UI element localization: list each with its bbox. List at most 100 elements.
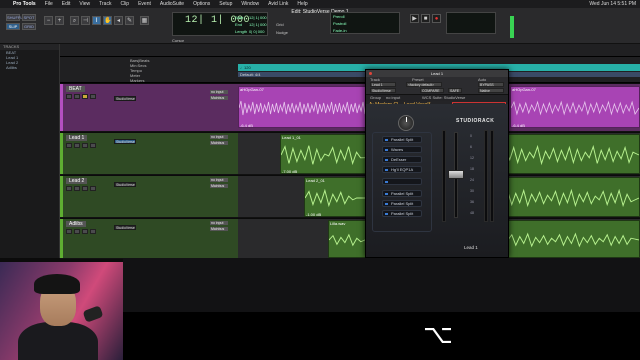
preroll-readout[interactable]: Preroll Postroll Fade-in [330, 12, 400, 34]
tracks-list-item-adlibs[interactable]: Adlibs [0, 65, 59, 70]
zoomer-tool-icon[interactable]: ⌕ [70, 16, 79, 25]
stop-icon[interactable]: ■ [421, 14, 430, 23]
output-fader-cap[interactable] [448, 170, 464, 179]
mode-slip-button[interactable]: SLIP [6, 23, 20, 30]
mode-spot-button[interactable]: SPOT [22, 14, 36, 21]
compare-button[interactable]: COMPARE [420, 88, 444, 93]
main-counter[interactable]: 12| 1| 000 Start End Length 12| 1| 000 1… [172, 12, 268, 36]
output-selector[interactable]: Mainbus [210, 141, 228, 145]
trim-tool-icon[interactable]: ⊣ [81, 16, 90, 25]
menu-edit[interactable]: Edit [62, 1, 71, 7]
power-icon[interactable] [385, 193, 388, 195]
power-icon[interactable] [385, 149, 388, 151]
safe-button[interactable]: SAFE [448, 88, 462, 93]
solo-button[interactable] [82, 94, 88, 99]
solo-button[interactable] [82, 186, 88, 191]
menu-audiosuite[interactable]: AudioSuite [160, 1, 184, 7]
input-monitor-button[interactable] [74, 94, 80, 99]
power-icon[interactable] [385, 213, 388, 215]
record-icon[interactable]: ● [432, 14, 441, 23]
input-selector[interactable]: no input [210, 178, 228, 182]
counter-end-value[interactable]: 12| 1| 000 [249, 22, 267, 27]
output-selector[interactable]: Mainbus [210, 184, 228, 188]
counter-length-value[interactable]: 0| 0| 000 [249, 29, 264, 34]
menu-event[interactable]: Event [138, 1, 151, 7]
menu-options[interactable]: Options [193, 1, 210, 7]
input-monitor-button[interactable] [74, 143, 80, 148]
play-icon[interactable]: ▶ [410, 14, 419, 23]
mute-button[interactable] [90, 229, 96, 234]
input-selector[interactable]: no input [210, 221, 228, 225]
native-button[interactable]: Native [478, 88, 504, 93]
record-arm-button[interactable] [66, 229, 72, 234]
zoom-in-icon[interactable]: + [55, 16, 64, 25]
grid-label[interactable]: Grid [276, 22, 284, 27]
insert-slot[interactable]: StudioVerse [114, 225, 136, 230]
rack-slot-5[interactable] [382, 178, 422, 185]
power-icon[interactable] [385, 159, 388, 161]
insert-slot[interactable]: StudioVerse [114, 182, 136, 187]
close-icon[interactable] [369, 72, 372, 75]
solo-button[interactable] [82, 229, 88, 234]
mute-button[interactable] [90, 143, 96, 148]
record-arm-button[interactable] [66, 143, 72, 148]
rack-slot-2[interactable]: Waves [382, 146, 422, 153]
pencil-tool-icon[interactable]: ✎ [125, 16, 134, 25]
track-name[interactable]: BEAT [66, 86, 85, 92]
menu-view[interactable]: View [79, 1, 90, 7]
input-selector[interactable]: no input [210, 90, 228, 94]
mode-grid-button[interactable]: GRID [22, 23, 36, 30]
solo-button[interactable] [82, 143, 88, 148]
track-header[interactable]: BEAT StudioVerse no input Mainbus [60, 84, 238, 132]
record-arm-button[interactable] [66, 94, 72, 99]
track-selector[interactable]: Lead 1 [370, 82, 396, 87]
menu-setup[interactable]: Setup [219, 1, 232, 7]
bypass-button[interactable]: BYPASS [478, 82, 504, 87]
track-name[interactable]: Lead 2 [66, 178, 88, 184]
power-icon[interactable] [385, 203, 388, 205]
preset-selector[interactable]: <factory default> [406, 82, 442, 87]
power-icon[interactable] [385, 169, 388, 171]
track-header[interactable]: Lead 2 StudioVerse no input Mainbus [60, 176, 238, 218]
input-gain-knob[interactable] [398, 115, 414, 131]
track-name[interactable]: Lead 1 [66, 135, 88, 141]
menu-clip[interactable]: Clip [120, 1, 129, 7]
rack-slot-4[interactable]: Hg'll EQP1A [382, 166, 422, 173]
input-selector[interactable]: no input [210, 135, 228, 139]
audio-clip[interactable]: aHOpGan-07 -6.4 dB [238, 86, 368, 128]
record-arm-button[interactable] [66, 186, 72, 191]
zoom-out-icon[interactable]: − [44, 16, 53, 25]
menu-app-name[interactable]: Pro Tools [13, 1, 36, 7]
input-monitor-button[interactable] [74, 186, 80, 191]
output-selector[interactable]: Mainbus [210, 227, 228, 231]
audio-clip[interactable]: aHOpGan-07 -6.4 dB [510, 86, 640, 128]
insert-slot[interactable]: StudioVerse [114, 96, 136, 101]
menu-track[interactable]: Track [99, 1, 111, 7]
insert-selector[interactable]: StudioVerse [370, 88, 396, 93]
track-header[interactable]: Adlibs StudioVerse no input Mainbus [60, 219, 238, 259]
menu-help[interactable]: Help [297, 1, 307, 7]
mute-button[interactable] [90, 94, 96, 99]
selector-tool-icon[interactable]: I [92, 16, 101, 25]
plugin-titlebar[interactable]: Lead 1 [366, 70, 508, 77]
grabber-tool-icon[interactable]: ✋ [103, 16, 112, 25]
menu-window[interactable]: Window [241, 1, 259, 7]
menu-avid-link[interactable]: Avid Link [268, 1, 288, 7]
counter-start-value[interactable]: 12| 1| 000 [249, 15, 267, 20]
smart-tool-icon[interactable]: ▦ [140, 16, 149, 25]
track-name[interactable]: Adlibs [66, 221, 86, 227]
mute-button[interactable] [90, 186, 96, 191]
rack-slot-1[interactable]: Parallel Split [382, 136, 422, 143]
rack-slot-8[interactable]: Parallel Split [382, 210, 422, 217]
rack-slot-6[interactable]: Parallel Split [382, 190, 422, 197]
power-icon[interactable] [385, 139, 388, 141]
mode-shuffle-button[interactable]: SHUFFLE [6, 14, 25, 21]
output-selector[interactable]: Mainbus [210, 96, 228, 100]
scrubber-tool-icon[interactable]: ◂ [114, 16, 123, 25]
input-monitor-button[interactable] [74, 229, 80, 234]
insert-slot[interactable]: StudioVerse [114, 139, 136, 144]
power-icon[interactable] [385, 181, 388, 183]
track-header[interactable]: Lead 1 StudioVerse no input Mainbus [60, 133, 238, 175]
rack-slot-7[interactable]: Parallel Split [382, 200, 422, 207]
nudge-label[interactable]: Nudge [276, 30, 288, 35]
